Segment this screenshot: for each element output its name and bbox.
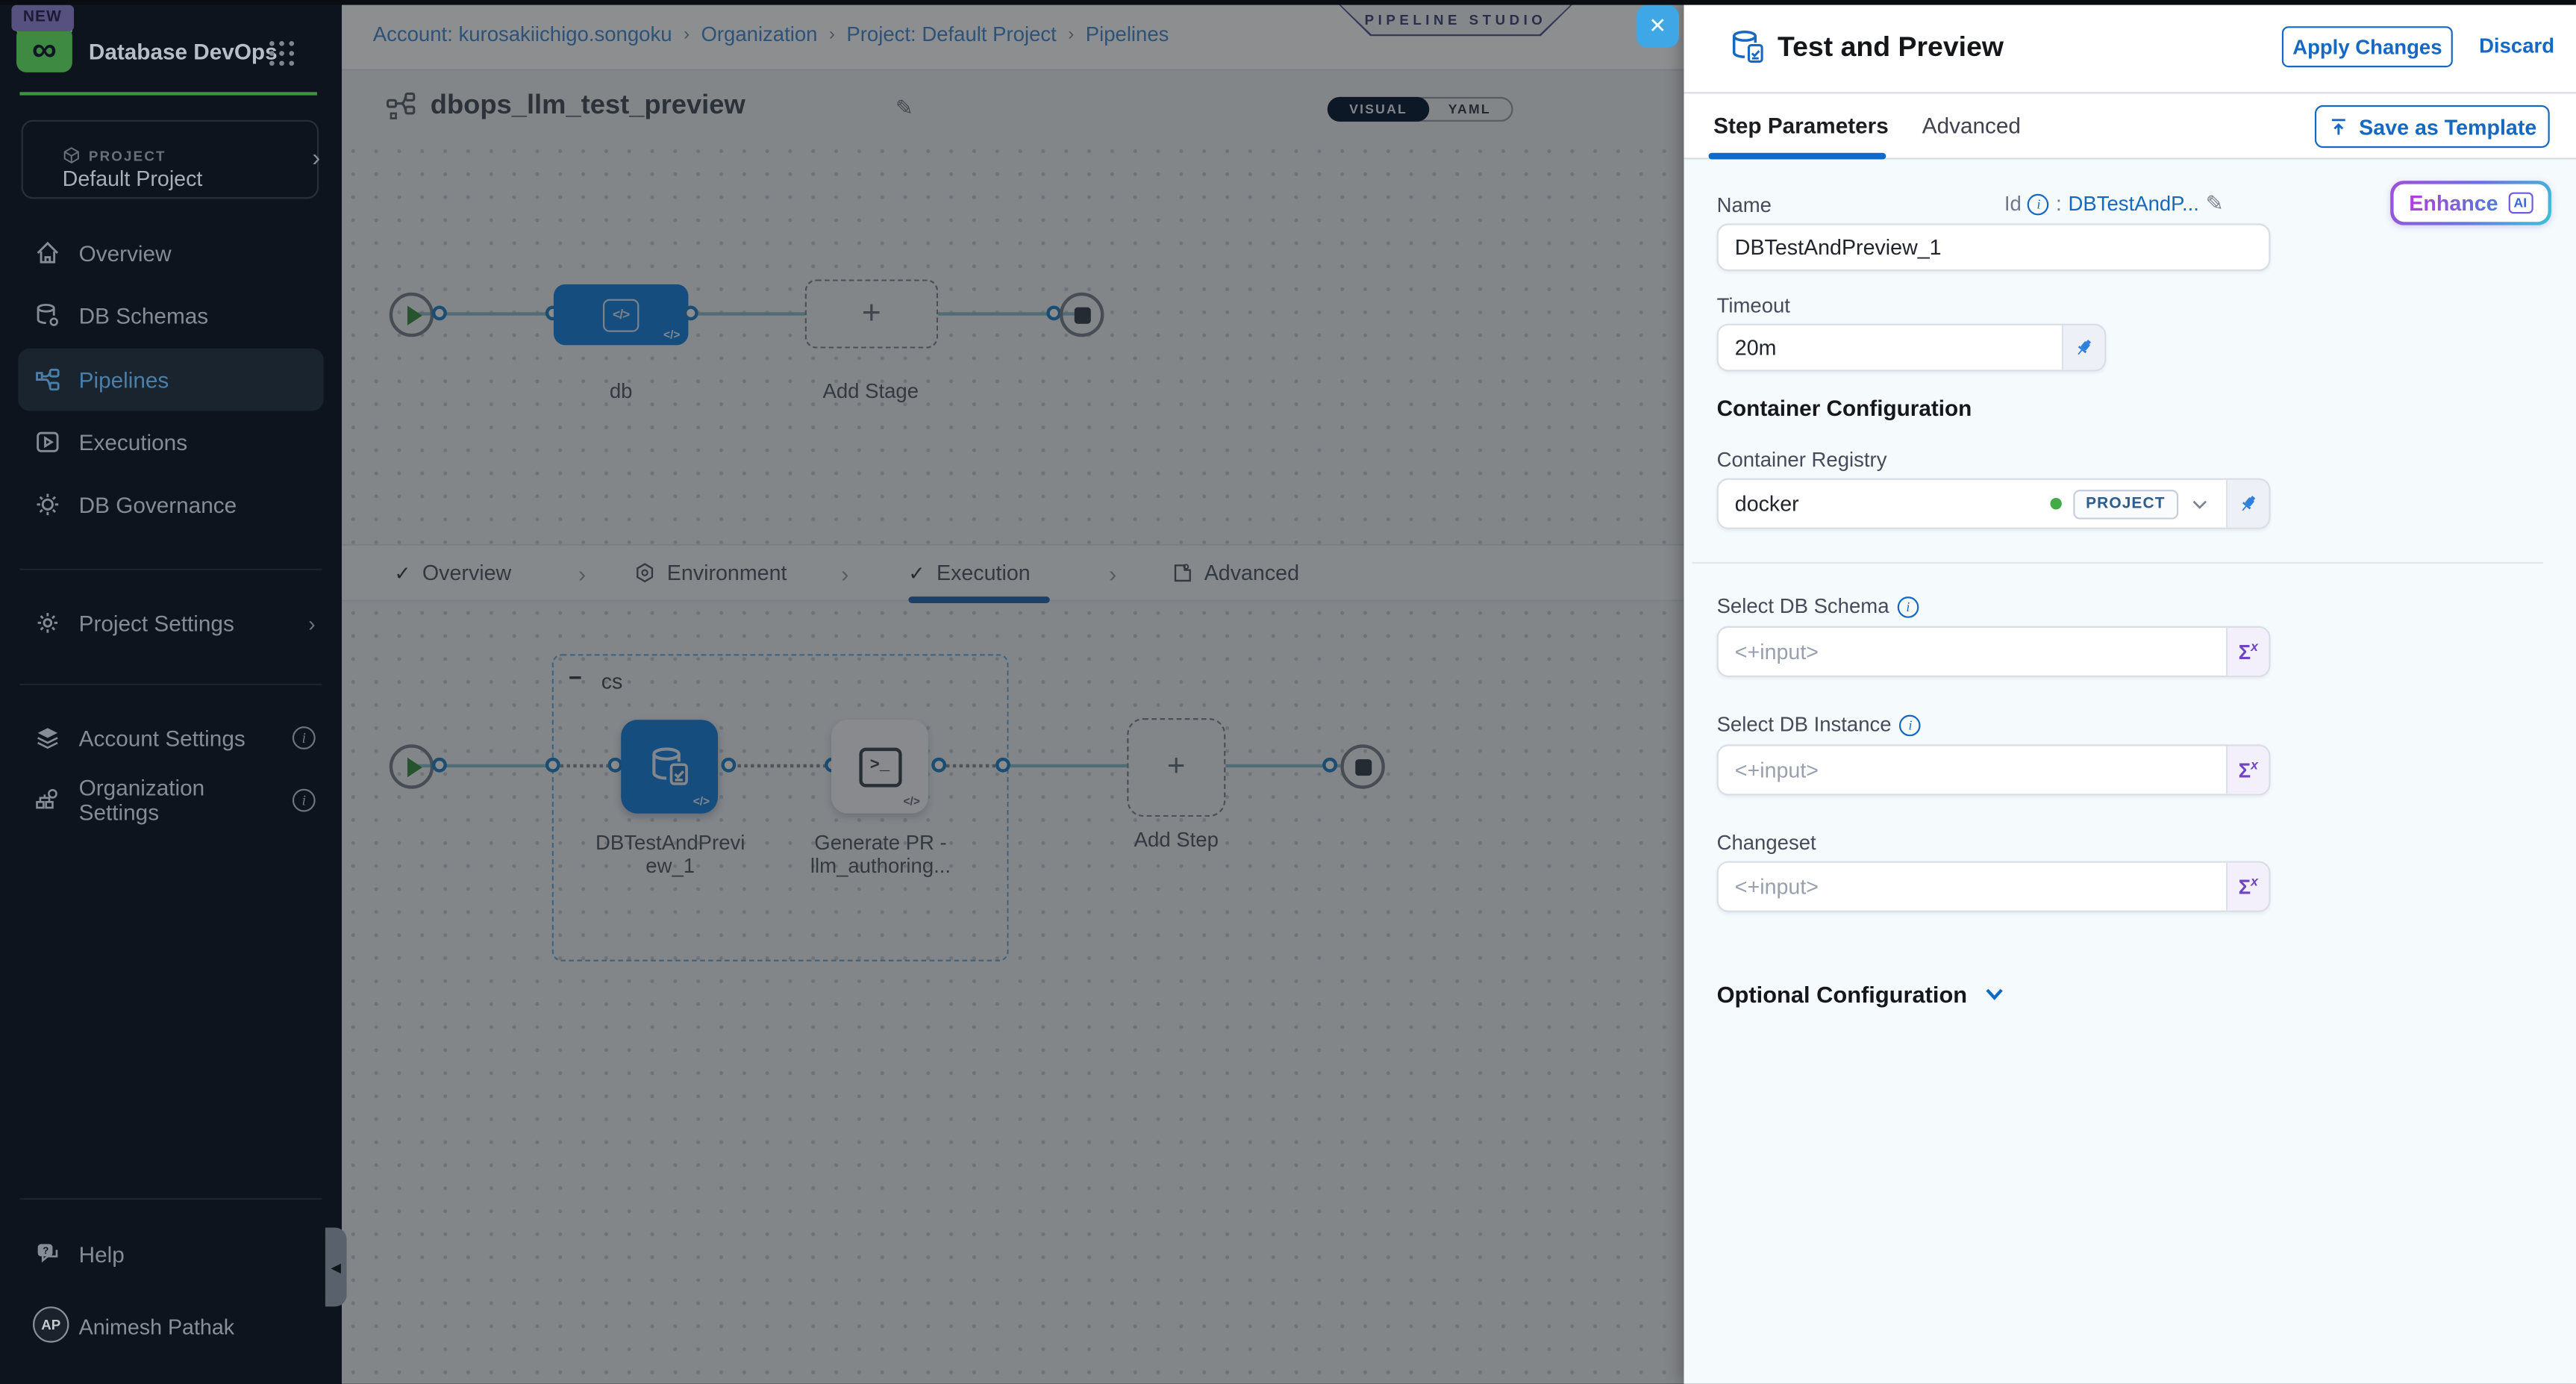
sidebar-item-db-governance[interactable]: DB Governance — [0, 473, 342, 536]
name-label: Name — [1717, 194, 1772, 217]
timeout-input[interactable] — [1719, 325, 2062, 370]
app-root: NEW ∞ Database DevOps PROJECT Default Pr… — [0, 0, 2576, 1384]
org-icon — [34, 788, 60, 814]
expression-input-type-button[interactable]: Σx — [2226, 746, 2269, 794]
db-instance-label: Select DB Instance i — [1717, 713, 1922, 736]
pin-icon — [2073, 337, 2095, 358]
timeout-label: Timeout — [1717, 294, 1790, 317]
container-registry-field[interactable]: docker PROJECT — [1717, 479, 2271, 529]
expression-input-type-button[interactable]: Σx — [2226, 628, 2269, 676]
sidebar-collapse-handle[interactable]: ◀ — [325, 1228, 347, 1307]
home-icon — [34, 240, 60, 266]
name-field — [1717, 223, 2271, 271]
db-instance-input[interactable] — [1719, 746, 2226, 794]
scope-badge: PROJECT — [2072, 489, 2178, 519]
modal-backdrop[interactable] — [342, 0, 1684, 1384]
changeset-label: Changeset — [1717, 832, 1816, 855]
project-label: PROJECT — [63, 146, 166, 164]
registry-value: docker — [1735, 491, 1799, 516]
container-registry-label: Container Registry — [1717, 449, 1887, 472]
info-icon: i — [293, 789, 316, 812]
upload-icon — [2328, 116, 2349, 137]
pin-input-type-button[interactable] — [2226, 480, 2269, 528]
brand-divider — [19, 92, 316, 95]
app-switcher-icon[interactable] — [269, 41, 294, 66]
db-schema-field: Σx — [1717, 626, 2271, 677]
gear-icon — [34, 610, 60, 636]
help-chat-icon: ? — [34, 1241, 60, 1267]
discard-button[interactable]: Discard — [2479, 34, 2554, 57]
pin-input-type-button[interactable] — [2062, 325, 2104, 370]
step-config-drawer: Test and Preview Apply Changes Discard S… — [1684, 0, 2576, 1384]
window-top-strip — [0, 0, 2576, 5]
sidebar-item-account-settings[interactable]: Account Settings i — [0, 707, 342, 770]
close-drawer-button[interactable]: ✕ — [1636, 5, 1679, 48]
ai-badge: AI — [2508, 193, 2533, 214]
drawer-header: Test and Preview Apply Changes Discard — [1684, 0, 2576, 93]
save-as-template-button[interactable]: Save as Template — [2315, 105, 2550, 148]
tab-advanced[interactable]: Advanced — [1922, 113, 2021, 138]
info-icon: i — [1900, 714, 1922, 736]
executions-icon — [34, 429, 60, 455]
changeset-input[interactable] — [1719, 863, 2226, 911]
cube-icon — [63, 146, 81, 164]
close-icon: ✕ — [1648, 13, 1666, 40]
step-id-row: Id i : DBTestAndP... ✎ — [2004, 190, 2224, 216]
sidebar-item-project-settings[interactable]: Project Settings › — [0, 592, 342, 655]
sidebar-item-executions[interactable]: Executions — [0, 411, 342, 473]
chevron-right-icon: › — [312, 145, 320, 172]
divider — [19, 684, 322, 685]
pin-icon — [2237, 493, 2259, 514]
db-instance-field: Σx — [1717, 744, 2271, 795]
divider — [19, 569, 322, 570]
project-selector[interactable]: PROJECT Default Project › — [22, 120, 319, 199]
db-schema-label: Select DB Schema i — [1717, 595, 1919, 618]
info-icon: i — [2028, 193, 2050, 215]
pipelines-icon — [34, 367, 60, 393]
new-badge: NEW — [11, 5, 73, 31]
sidebar-item-organization-settings[interactable]: Organization Settings i — [0, 769, 342, 832]
divider — [19, 1198, 322, 1200]
apply-changes-button[interactable]: Apply Changes — [2282, 26, 2453, 67]
db-schema-icon — [34, 302, 60, 328]
user-avatar[interactable]: AP — [33, 1306, 69, 1342]
drawer-tabs: Step Parameters Advanced Save as Templat… — [1684, 93, 2576, 159]
info-icon: i — [293, 726, 316, 749]
db-step-icon — [1728, 28, 1768, 67]
step-id-value[interactable]: DBTestAndP... — [2069, 193, 2199, 216]
sidebar-item-overview[interactable]: Overview — [0, 222, 342, 284]
drawer-title: Test and Preview — [1778, 31, 2004, 64]
container-config-heading: Container Configuration — [1717, 396, 1972, 421]
chevron-right-icon: › — [308, 611, 316, 635]
chevron-down-icon — [1983, 982, 2007, 1006]
sidebar-item-db-schemas[interactable]: DB Schemas — [0, 284, 342, 347]
optional-config-toggle[interactable]: Optional Configuration — [1717, 981, 2007, 1007]
sidebar-item-help[interactable]: ? Help — [0, 1223, 342, 1285]
step-parameters-form: Name Id i : DBTestAndP... ✎ Enhance AI T… — [1684, 160, 2576, 1384]
chevron-down-icon[interactable] — [2190, 494, 2210, 514]
product-title: Database DevOps — [89, 40, 278, 64]
edit-id-icon[interactable]: ✎ — [2206, 190, 2224, 216]
timeout-field — [1717, 324, 2107, 372]
info-icon: i — [1898, 596, 1919, 617]
governance-icon — [34, 491, 60, 517]
enhance-ai-button[interactable]: Enhance AI — [2390, 181, 2551, 225]
sidebar: NEW ∞ Database DevOps PROJECT Default Pr… — [0, 0, 342, 1384]
svg-text:?: ? — [43, 1245, 49, 1256]
divider — [1692, 562, 2543, 564]
name-input[interactable] — [1719, 225, 2269, 269]
changeset-field: Σx — [1717, 861, 2271, 912]
expression-input-type-button[interactable]: Σx — [2226, 863, 2269, 911]
active-tab-underline — [1709, 153, 1886, 160]
db-schema-input[interactable] — [1719, 628, 2226, 676]
project-name: Default Project — [63, 166, 203, 190]
user-name[interactable]: Animesh Pathak — [79, 1315, 234, 1339]
layers-icon — [34, 725, 60, 751]
connectivity-status-dot — [2050, 498, 2061, 509]
tab-step-parameters[interactable]: Step Parameters — [1713, 113, 1889, 138]
sidebar-item-pipelines[interactable]: Pipelines — [18, 349, 323, 411]
